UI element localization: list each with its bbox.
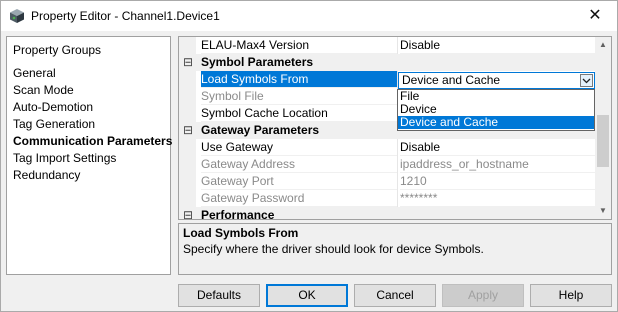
combo-dropdown-button[interactable]	[580, 74, 593, 87]
category-label: Gateway Parameters	[201, 123, 320, 137]
apply-button[interactable]: Apply	[442, 284, 524, 307]
scroll-thumb[interactable]	[597, 115, 609, 167]
category-symbol-parameters: ⊟ Symbol Parameters	[179, 54, 596, 71]
property-groups-list: General Scan Mode Auto-Demotion Tag Gene…	[13, 65, 172, 184]
row-gutter	[179, 105, 196, 122]
collapse-toggle-icon[interactable]: ⊟	[182, 122, 194, 138]
load-symbols-combo[interactable]: Device and Cache	[398, 72, 595, 89]
help-button[interactable]: Help	[530, 284, 612, 307]
title-bar: Property Editor - Channel1.Device1 ✕	[1, 1, 617, 31]
row-gutter	[179, 190, 196, 207]
close-button[interactable]: ✕	[573, 1, 617, 31]
chevron-down-icon	[582, 78, 591, 84]
description-text: Specify where the driver should look for…	[183, 242, 484, 256]
column-divider	[397, 156, 398, 173]
combo-value: Device and Cache	[402, 73, 501, 87]
prop-row-gateway-port[interactable]: Gateway Port 1210	[179, 173, 596, 190]
load-symbols-dropdown-list: File Device Device and Cache	[397, 89, 595, 131]
device-cube-icon	[10, 9, 24, 23]
scroll-down-icon[interactable]: ▼	[595, 203, 611, 219]
category-label: Symbol Parameters	[201, 55, 314, 69]
prop-row-use-gateway[interactable]: Use Gateway Disable	[179, 139, 596, 156]
row-gutter	[179, 37, 196, 54]
ok-button[interactable]: OK	[266, 284, 348, 307]
prop-row-gateway-address[interactable]: Gateway Address ipaddress_or_hostname	[179, 156, 596, 173]
row-gutter	[179, 71, 196, 88]
prop-name: Gateway Port	[201, 173, 397, 190]
cancel-button[interactable]: Cancel	[354, 284, 436, 307]
prop-value[interactable]: Disable	[400, 139, 595, 156]
column-divider	[397, 173, 398, 190]
prop-value[interactable]: ipaddress_or_hostname	[400, 156, 595, 173]
category-performance: ⊟ Performance	[179, 207, 596, 220]
prop-name: Load Symbols From	[201, 71, 397, 88]
property-groups-panel: Property Groups General Scan Mode Auto-D…	[6, 36, 172, 275]
prop-value[interactable]: ********	[400, 190, 595, 207]
property-editor-window: Property Editor - Channel1.Device1 ✕ Pro…	[0, 0, 618, 312]
group-item-general[interactable]: General	[13, 65, 172, 82]
group-item-tag-import-settings[interactable]: Tag Import Settings	[13, 150, 172, 167]
description-panel: Load Symbols From Specify where the driv…	[178, 223, 612, 275]
column-divider	[397, 139, 398, 156]
row-gutter	[179, 139, 196, 156]
prop-name: Gateway Password	[201, 190, 397, 207]
row-gutter	[179, 88, 196, 105]
prop-row-elau-max4-version[interactable]: ELAU-Max4 Version Disable	[179, 37, 596, 54]
dropdown-option-device-and-cache[interactable]: Device and Cache	[398, 116, 594, 129]
row-gutter	[179, 173, 196, 190]
prop-value[interactable]: Disable	[400, 37, 595, 54]
prop-name: Symbol File	[201, 88, 397, 105]
group-item-tag-generation[interactable]: Tag Generation	[13, 116, 172, 133]
defaults-button[interactable]: Defaults	[178, 284, 260, 307]
column-divider	[397, 190, 398, 207]
prop-name: Gateway Address	[201, 156, 397, 173]
prop-name: Symbol Cache Location	[201, 105, 397, 122]
collapse-toggle-icon[interactable]: ⊟	[182, 207, 194, 219]
collapse-toggle-icon[interactable]: ⊟	[182, 54, 194, 70]
group-item-scan-mode[interactable]: Scan Mode	[13, 82, 172, 99]
prop-value[interactable]: 1210	[400, 173, 595, 190]
group-item-redundancy[interactable]: Redundancy	[13, 167, 172, 184]
category-label: Performance	[201, 208, 275, 220]
column-divider	[397, 37, 398, 54]
window-title: Property Editor - Channel1.Device1	[31, 9, 220, 23]
grid-vertical-scrollbar[interactable]: ▲ ▼	[595, 37, 611, 219]
close-icon: ✕	[588, 7, 602, 24]
row-gutter	[179, 156, 196, 173]
prop-row-gateway-password[interactable]: Gateway Password ********	[179, 190, 596, 207]
property-groups-header: Property Groups	[13, 43, 102, 57]
prop-name: Use Gateway	[201, 139, 397, 156]
scroll-up-icon[interactable]: ▲	[595, 37, 611, 53]
group-item-auto-demotion[interactable]: Auto-Demotion	[13, 99, 172, 116]
group-item-communication-parameters[interactable]: Communication Parameters	[13, 133, 172, 150]
prop-name: ELAU-Max4 Version	[201, 37, 397, 54]
description-title: Load Symbols From	[183, 226, 299, 240]
